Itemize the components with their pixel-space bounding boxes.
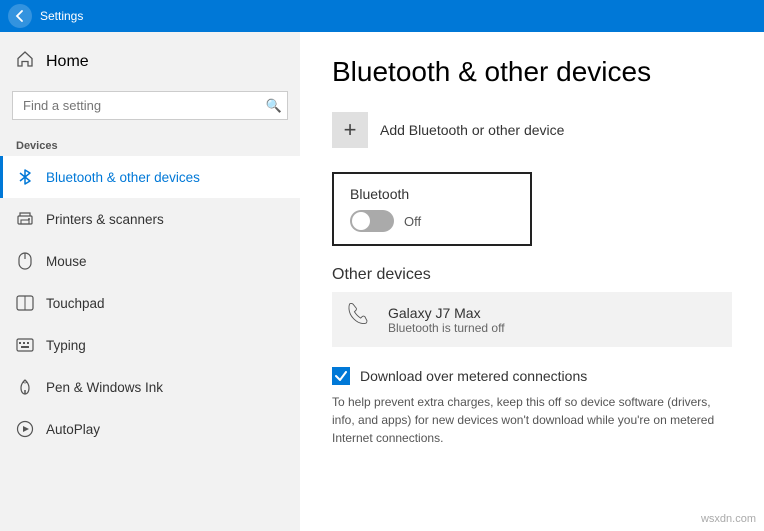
sidebar-item-typing-label: Typing	[46, 338, 86, 353]
main-layout: Home 🔍 Devices Bluetooth & other devices	[0, 32, 764, 531]
sidebar-item-touchpad[interactable]: Touchpad	[0, 282, 300, 324]
other-devices-heading: Other devices	[332, 266, 732, 284]
sidebar-item-touchpad-label: Touchpad	[46, 296, 105, 311]
search-input[interactable]	[12, 91, 288, 120]
info-text: To help prevent extra charges, keep this…	[332, 393, 732, 447]
touchpad-icon	[16, 294, 34, 312]
sidebar-item-autoplay-label: AutoPlay	[46, 422, 100, 437]
home-label: Home	[46, 53, 89, 71]
sidebar: Home 🔍 Devices Bluetooth & other devices	[0, 32, 300, 531]
checkbox-row[interactable]: Download over metered connections	[332, 367, 732, 385]
sidebar-item-pen[interactable]: Pen & Windows Ink	[0, 366, 300, 408]
pen-icon	[16, 378, 34, 396]
bluetooth-icon	[16, 168, 34, 186]
toggle-state-label: Off	[404, 214, 421, 229]
back-button[interactable]	[8, 4, 32, 28]
sidebar-item-mouse[interactable]: Mouse	[0, 240, 300, 282]
sidebar-item-autoplay[interactable]: AutoPlay	[0, 408, 300, 450]
sidebar-item-mouse-label: Mouse	[46, 254, 87, 269]
device-status: Bluetooth is turned off	[388, 321, 505, 335]
device-info: Galaxy J7 Max Bluetooth is turned off	[388, 305, 505, 335]
sidebar-search: 🔍	[0, 91, 300, 132]
toggle-knob	[352, 212, 370, 230]
printer-icon	[16, 210, 34, 228]
sidebar-item-bluetooth-label: Bluetooth & other devices	[46, 170, 200, 185]
keyboard-icon	[16, 336, 34, 354]
search-wrapper: 🔍	[12, 91, 288, 120]
add-device-label: Add Bluetooth or other device	[380, 122, 564, 138]
device-name: Galaxy J7 Max	[388, 305, 505, 321]
title-bar-text: Settings	[40, 9, 83, 23]
title-bar: Settings	[0, 0, 764, 32]
sidebar-section-label: Devices	[0, 132, 300, 156]
page-title: Bluetooth & other devices	[332, 56, 732, 88]
home-icon	[16, 50, 34, 73]
autoplay-icon	[16, 420, 34, 438]
phone-icon	[346, 302, 372, 337]
search-button[interactable]: 🔍	[266, 98, 282, 114]
sidebar-item-printers-label: Printers & scanners	[46, 212, 164, 227]
sidebar-item-bluetooth[interactable]: Bluetooth & other devices	[0, 156, 300, 198]
mouse-icon	[16, 252, 34, 270]
content-area: Bluetooth & other devices + Add Bluetoot…	[300, 32, 764, 531]
checkbox-label: Download over metered connections	[360, 368, 587, 384]
sidebar-item-typing[interactable]: Typing	[0, 324, 300, 366]
sidebar-item-pen-label: Pen & Windows Ink	[46, 380, 163, 395]
watermark: wsxdn.com	[701, 513, 756, 525]
bluetooth-toggle[interactable]	[350, 210, 394, 232]
bluetooth-section: Bluetooth Off	[332, 172, 532, 246]
sidebar-item-printers[interactable]: Printers & scanners	[0, 198, 300, 240]
add-device-button[interactable]: +	[332, 112, 368, 148]
checkbox-icon[interactable]	[332, 367, 350, 385]
device-row: Galaxy J7 Max Bluetooth is turned off	[332, 292, 732, 347]
bluetooth-section-title: Bluetooth	[350, 186, 514, 202]
toggle-row: Off	[350, 210, 514, 232]
sidebar-item-home[interactable]: Home	[0, 32, 300, 91]
add-device-row[interactable]: + Add Bluetooth or other device	[332, 112, 732, 148]
